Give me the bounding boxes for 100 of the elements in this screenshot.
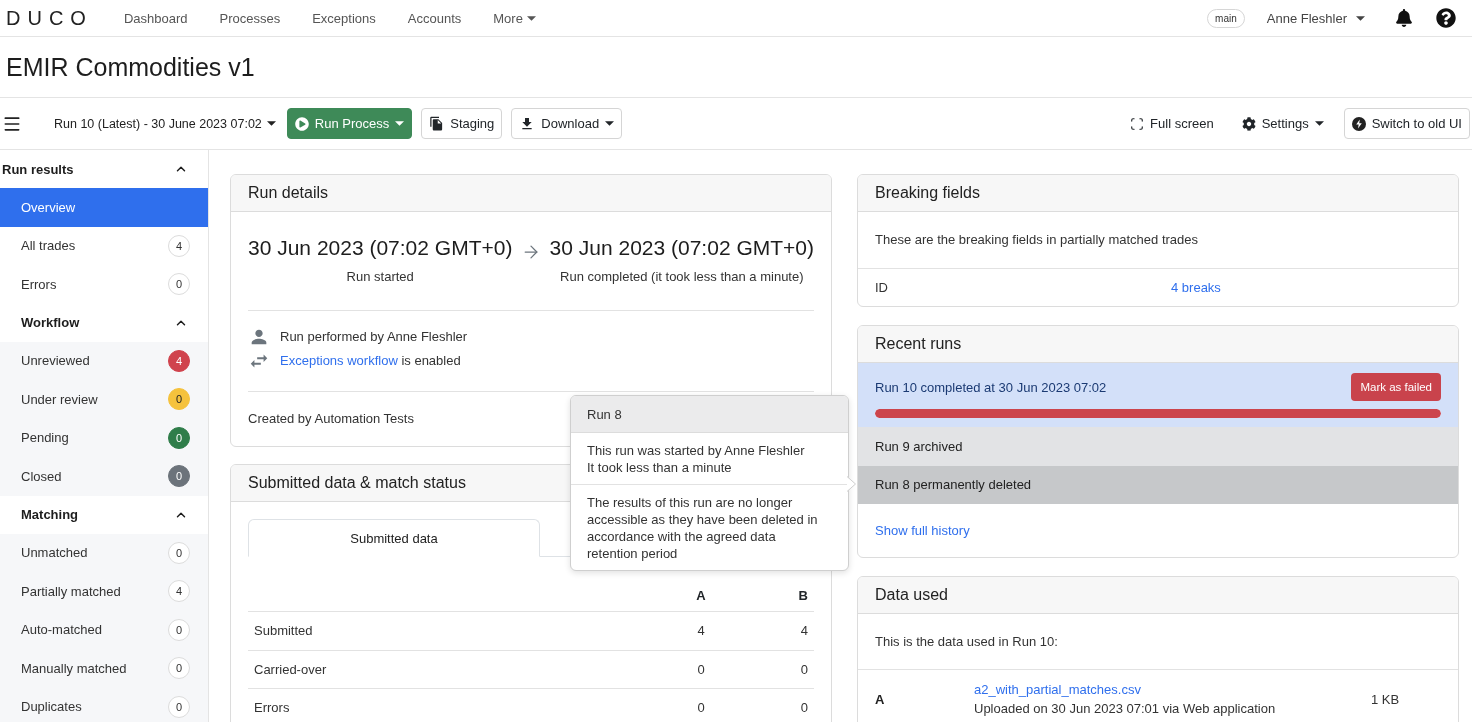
- table-cell: 0: [656, 689, 746, 722]
- table-cell: 4: [746, 612, 814, 651]
- item-count: 0: [168, 541, 190, 564]
- sidebar-item[interactable]: All trades 4: [0, 226, 208, 265]
- nav-link[interactable]: Dashboard: [123, 10, 188, 26]
- run-end-label: Run completed (it took less than a minute): [560, 269, 804, 285]
- run-end-time: 30 Jun 2023 (07:02 GMT+0): [549, 235, 814, 261]
- settings-icon: [1241, 116, 1256, 131]
- performed-by-text: Run performed by Anne Fleshler: [280, 329, 468, 345]
- toolbar-button[interactable]: Settings: [1233, 108, 1332, 139]
- popover-note: The results of this run are no longer accessible as they have been deleted in accordance with the agreed data retention period: [587, 494, 819, 562]
- sidebar-item-label: Auto-matched: [21, 622, 102, 638]
- row-label: Carried-over: [248, 650, 656, 689]
- mark-failed-button[interactable]: Mark as failed: [1351, 373, 1441, 401]
- sidebar-item[interactable]: Duplicates 0: [0, 687, 208, 722]
- sidebar-item[interactable]: Unreviewed 4: [0, 341, 208, 380]
- bolt-icon: [1351, 116, 1366, 131]
- sidebar-item[interactable]: Errors 0: [0, 265, 208, 304]
- bell-icon[interactable]: [1395, 9, 1413, 27]
- table-cell: 4: [656, 612, 746, 651]
- run-row[interactable]: Run 9 archived: [858, 427, 1458, 466]
- workflow-status-text: Exceptions workflow is enabled: [280, 353, 461, 369]
- run-start-label: Run started: [346, 269, 414, 285]
- toolbar-button[interactable]: Switch to old UI: [1343, 108, 1470, 139]
- table-cell: 0: [656, 650, 746, 689]
- item-count: 4: [168, 580, 190, 603]
- card-title: Breaking fields: [875, 184, 980, 202]
- toolbar-button[interactable]: Full screen: [1122, 108, 1222, 139]
- sidebar-item-label: Overview: [21, 199, 76, 215]
- sidebar-item-label: All trades: [21, 238, 76, 254]
- item-count: 0: [168, 695, 190, 718]
- table-cell: 0: [746, 650, 814, 689]
- logo[interactable]: DUCO: [6, 8, 93, 28]
- exceptions-workflow-link[interactable]: Exceptions workflow: [280, 353, 398, 368]
- file-size: 1 KB: [1371, 691, 1401, 708]
- column-header: B: [746, 579, 814, 612]
- nav-link[interactable]: Accounts: [407, 10, 462, 26]
- popover-title: Run 8: [587, 405, 622, 423]
- item-count: 0: [168, 465, 190, 488]
- nav-link[interactable]: Processes: [219, 10, 281, 26]
- run-start-time: 30 Jun 2023 (07:02 GMT+0): [248, 235, 513, 261]
- caret-icon: [266, 121, 276, 126]
- sidebar-item[interactable]: Auto-matched 0: [0, 610, 208, 649]
- sidebar-item-label: Under review: [21, 391, 98, 407]
- sidebar-item[interactable]: Pending 0: [0, 418, 208, 457]
- table-cell: 0: [746, 689, 814, 722]
- sidebar-item-label: Unreviewed: [21, 353, 90, 369]
- description-text: These are the breaking fields in partially matched trades: [875, 232, 1198, 248]
- run-status-text: Run 8 permanently deleted: [875, 477, 1032, 493]
- sidebar-item[interactable]: Partially matched 4: [0, 572, 208, 611]
- item-count: 4: [168, 349, 190, 372]
- item-count: 0: [168, 273, 190, 296]
- card-title: Run details: [248, 184, 329, 202]
- run-row[interactable]: Run 10 completed at 30 Jun 2023 07:02 Mark as failed: [858, 363, 1458, 427]
- popover-text: It took less than a minute: [587, 459, 732, 476]
- copy-icon: [429, 116, 445, 131]
- user-menu[interactable]: Anne Fleshler: [1266, 10, 1365, 26]
- sidebar-item-label: Errors: [21, 276, 57, 292]
- run-selector[interactable]: Run 10 (Latest) - 30 June 2023 07:02: [54, 116, 276, 131]
- toolbar-button[interactable]: Run Process: [286, 108, 413, 139]
- sidebar-item[interactable]: Closed 0: [0, 457, 208, 496]
- popover-text: This run was started by Anne Fleshler: [587, 442, 805, 459]
- page-title: EMIR Commodities v1: [6, 52, 255, 82]
- sidebar-item[interactable]: Unmatched 0: [0, 533, 208, 572]
- row-label: Errors: [248, 689, 656, 722]
- sidebar-item[interactable]: Overview: [0, 188, 208, 227]
- sidebar-item[interactable]: Manually matched 0: [0, 649, 208, 688]
- toolbar-button[interactable]: Download: [511, 108, 623, 139]
- sidebar-item-label: Closed: [21, 468, 62, 484]
- sidebar-item[interactable]: Under review 0: [0, 380, 208, 419]
- run-row[interactable]: Run 8 permanently deleted: [858, 465, 1458, 504]
- run-status-text: Run 10 completed at 30 Jun 2023 07:02: [875, 379, 1107, 395]
- description-text: This is the data used in Run 10:: [875, 633, 1058, 650]
- row-label: Submitted: [248, 612, 656, 651]
- sidebar-item-label: Manually matched: [21, 660, 127, 676]
- item-count: 0: [168, 657, 190, 680]
- sidebar-item-label: Unmatched: [21, 545, 88, 561]
- breaks-link[interactable]: 4 breaks: [1171, 279, 1221, 295]
- card-title: Data used: [875, 586, 948, 604]
- sidebar-item-label: Pending: [21, 430, 69, 446]
- run-status-text: Run 9 archived: [875, 438, 963, 454]
- field-name: ID: [875, 279, 889, 296]
- item-count: 0: [168, 426, 190, 449]
- tab[interactable]: Submitted data: [248, 519, 540, 557]
- play-icon: [294, 116, 309, 131]
- nav-link[interactable]: Exceptions: [312, 10, 376, 26]
- item-count: 0: [168, 618, 190, 641]
- sidebar-item-label: Partially matched: [21, 583, 121, 599]
- file-link[interactable]: a2_with_partial_matches.csv: [974, 682, 1141, 697]
- column-header: A: [656, 579, 746, 612]
- card-title: Submitted data & match status: [248, 474, 466, 492]
- side-label: A: [875, 692, 886, 707]
- fullscreen-icon: [1130, 116, 1145, 131]
- created-by-text: Created by Automation Tests: [248, 411, 414, 427]
- sidebar-item-label: Duplicates: [21, 699, 82, 715]
- help-icon[interactable]: [1436, 8, 1456, 28]
- upload-info: Uploaded on 30 Jun 2023 07:01 via Web application: [974, 701, 1276, 717]
- nav-link[interactable]: More: [493, 10, 536, 26]
- toolbar-button[interactable]: Staging: [421, 108, 503, 139]
- show-history-link[interactable]: Show full history: [875, 522, 970, 538]
